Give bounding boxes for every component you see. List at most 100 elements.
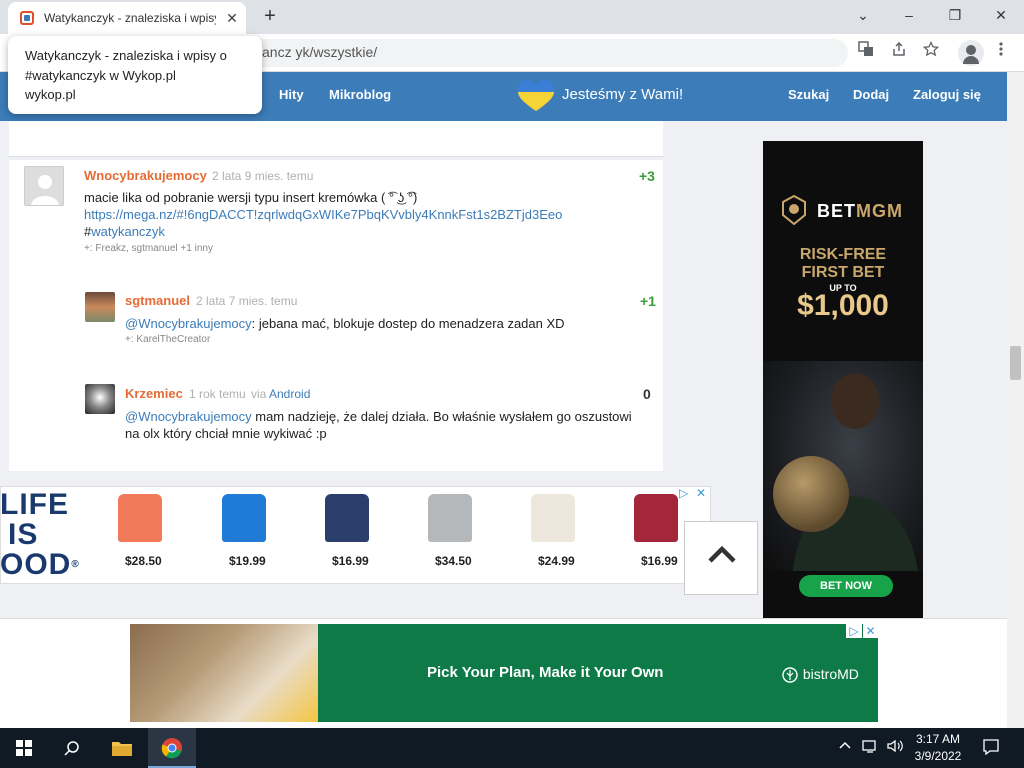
nav-mikroblog[interactable]: Mikroblog <box>329 87 391 102</box>
logo-line-1: LIFE <box>0 488 69 521</box>
share-icon[interactable] <box>886 40 912 66</box>
tab-title: Watykanczyk - znaleziska i wpisy <box>44 11 216 25</box>
product-image[interactable] <box>634 494 678 542</box>
betmgm-brand: BETMGM <box>817 201 903 222</box>
scrollbar-thumb[interactable] <box>1010 346 1021 380</box>
betmgm-ad[interactable]: BETMGM RISK-FREE FIRST BET UP TO $1,000 … <box>763 141 923 619</box>
basketball-image <box>773 456 849 532</box>
offer-text: RISK-FREE FIRST BET UP TO <box>763 246 923 294</box>
product-price[interactable]: $16.99 <box>332 554 369 568</box>
chevron-up-icon <box>839 741 851 749</box>
nav-zaloguj[interactable]: Zaloguj się <box>913 87 981 102</box>
offer-line-1: RISK-FREE <box>799 246 887 263</box>
tooltip-title: Watykanczyk - znaleziska i wpisy o #waty… <box>25 48 227 83</box>
mention-link[interactable]: @Wnocybrakujemocy <box>125 316 252 331</box>
taskbar-clock[interactable]: 3:17 AM 3/9/2022 <box>910 731 966 765</box>
adchoices-icon[interactable]: ▷ <box>846 624 862 638</box>
reply-author[interactable]: sgtmanuel <box>125 293 190 308</box>
post-text: macie lika od pobranie wersji typu inser… <box>84 190 418 205</box>
taskbar-search-button[interactable] <box>48 728 96 768</box>
bistromd-ad[interactable]: Pick Your Plan, Make it Your Own bistroM… <box>130 624 878 722</box>
tab-close-icon[interactable]: ✕ <box>222 8 242 28</box>
ad-close-icon[interactable]: ✕ <box>863 624 878 638</box>
windows-logo-icon <box>16 740 32 756</box>
bet-now-button[interactable]: BET NOW <box>799 575 893 597</box>
search-icon <box>64 741 79 756</box>
nav-szukaj[interactable]: Szukaj <box>788 87 829 102</box>
reply-timestamp: 1 rok temu <box>189 387 246 401</box>
via-app-link[interactable]: Android <box>269 387 310 401</box>
logo-line-2: IS <box>8 518 39 551</box>
reply-timestamp: 2 lata 7 mies. temu <box>196 294 298 308</box>
reply-plus-list[interactable]: +: KarelTheCreator <box>125 334 210 345</box>
clock-date: 3/9/2022 <box>914 749 962 763</box>
reply-vote-count[interactable]: 0 <box>643 386 651 402</box>
browser-menu-icon[interactable] <box>988 40 1014 66</box>
volume-icon[interactable] <box>886 738 904 757</box>
product-price[interactable]: $16.99 <box>641 554 678 568</box>
product-price[interactable]: $24.99 <box>538 554 575 568</box>
file-explorer-button[interactable] <box>98 728 146 768</box>
start-button[interactable] <box>0 728 48 768</box>
post-plus-list[interactable]: +: Freakz, sgtmanuel +1 inny <box>84 243 213 254</box>
product-image[interactable] <box>428 494 472 542</box>
network-icon[interactable] <box>862 738 880 757</box>
ad-close-icon[interactable]: ✕ <box>696 486 706 500</box>
clock-time: 3:17 AM <box>915 732 961 746</box>
tab-hover-tooltip: Watykanczyk - znaleziska i wpisy o #waty… <box>8 36 262 114</box>
krzemiec-avatar[interactable] <box>85 384 115 414</box>
product-image[interactable] <box>531 494 575 542</box>
bistromd-logo-text: bistroMD <box>802 666 859 682</box>
wykop-favicon-icon <box>20 11 34 25</box>
restore-button[interactable]: ❐ <box>932 0 978 30</box>
product-image[interactable] <box>222 494 266 542</box>
browser-tab[interactable]: Watykanczyk - znaleziska i wpisy ✕ <box>8 2 246 34</box>
bookmark-star-icon[interactable] <box>918 40 944 66</box>
adchoices-icon[interactable]: ▷ <box>679 486 688 500</box>
post-link[interactable]: https://mega.nz/#!6ngDACCT!zqrlwdqGxWIKe… <box>84 206 562 223</box>
reply-text-content: : jebana mać, blokuje dostep do menadzer… <box>251 316 565 331</box>
product-price[interactable]: $19.99 <box>229 554 266 568</box>
ukraine-heart-icon <box>518 80 554 111</box>
address-bar-url[interactable]: ancz yk/wszystkie/ <box>262 44 377 60</box>
reply-author[interactable]: Krzemiec <box>125 386 183 401</box>
profile-avatar-icon[interactable] <box>958 40 984 66</box>
post-vote-count[interactable]: +3 <box>639 168 655 184</box>
notifications-icon[interactable] <box>982 738 1000 759</box>
vertical-scrollbar[interactable] <box>1007 72 1024 728</box>
offer-line-2: FIRST BET <box>801 264 885 281</box>
chrome-taskbar-button[interactable] <box>148 728 196 768</box>
close-window-button[interactable]: ✕ <box>978 0 1024 30</box>
nav-hity[interactable]: Hity <box>279 87 304 102</box>
reply-vote-count[interactable]: +1 <box>640 293 656 309</box>
product-price[interactable]: $34.50 <box>435 554 472 568</box>
hashtag-link[interactable]: watykanczyk <box>91 224 165 239</box>
product-image[interactable] <box>325 494 369 542</box>
product-image[interactable] <box>118 494 162 542</box>
minimize-button[interactable]: – <box>886 0 932 30</box>
mention-link[interactable]: @Wnocybrakujemocy <box>125 409 252 424</box>
new-tab-button[interactable]: + <box>258 4 282 28</box>
sgtmanuel-avatar[interactable] <box>85 292 115 322</box>
tab-search-icon[interactable]: ⌄ <box>840 0 886 30</box>
product-price[interactable]: $28.50 <box>125 554 162 568</box>
scroll-to-top-button[interactable] <box>684 521 758 595</box>
show-hidden-icons[interactable] <box>838 738 852 755</box>
tooltip-domain: wykop.pl <box>25 87 76 102</box>
reply-text-line2: na olx który chciał mnie wykiwać :p <box>125 426 327 441</box>
brand-part-2: MGM <box>856 201 903 221</box>
reply-text: @Wnocybrakujemocy mam nadzieję, że dalej… <box>125 408 655 442</box>
chrome-icon <box>161 738 182 759</box>
previous-entry-card <box>9 121 663 157</box>
lion-logo-icon <box>782 195 806 225</box>
nav-dodaj[interactable]: Dodaj <box>853 87 889 102</box>
registered-mark: ® <box>71 559 80 570</box>
post-author[interactable]: Wnocybrakujemocy <box>84 168 207 183</box>
bistromd-leaf-icon <box>782 667 798 683</box>
post-hashtag[interactable]: #watykanczyk <box>84 223 165 240</box>
default-avatar[interactable] <box>24 166 64 206</box>
meal-box-photo <box>130 624 318 722</box>
brand-part-1: BET <box>817 201 856 221</box>
translate-icon[interactable] <box>853 40 879 66</box>
offer-amount: $1,000 <box>797 289 889 322</box>
